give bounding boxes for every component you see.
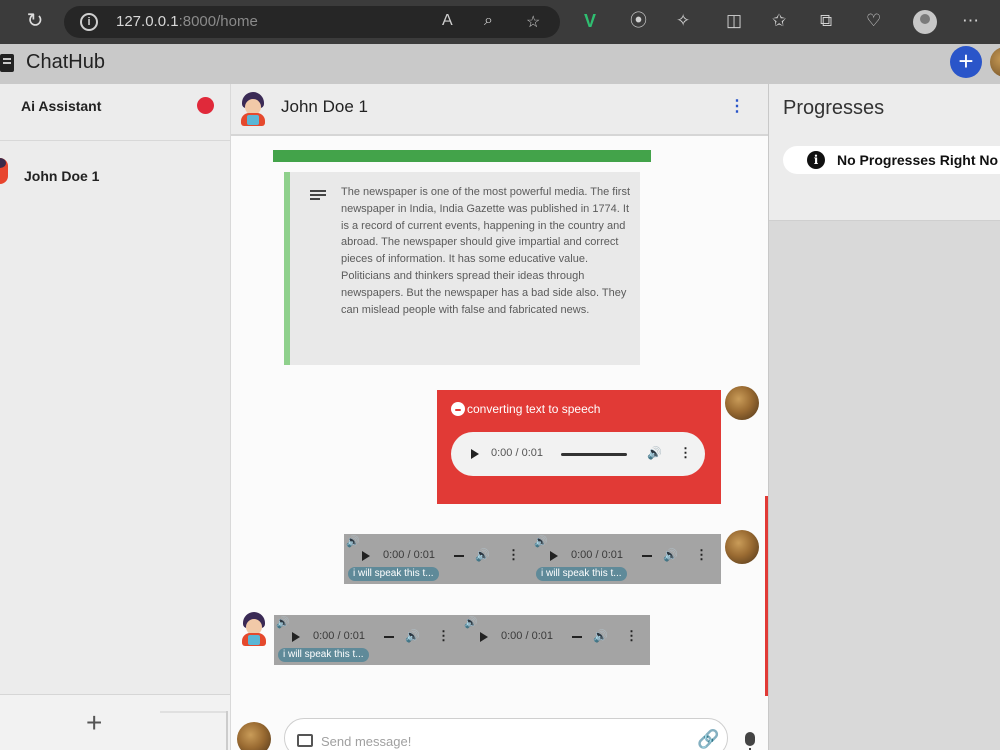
chat-panel: John Doe 1 ⋮ The newspaper is one of the… (231, 84, 768, 750)
progress-header: Progresses i No Progresses Right No (769, 84, 1000, 221)
audio-caption: i will speak this t... (278, 648, 369, 662)
vue-devtools-icon[interactable]: V (584, 11, 596, 31)
browser-toolbar: ↻ i 127.0.0.1:8000/home A ⌕ ☆ V ⦿ ✧ ◫ ✩ … (0, 0, 1000, 44)
received-audio-message: 🔊 0:00 / 0:01 🔊 ⋮ i will speak this t...… (274, 615, 650, 665)
user-avatar[interactable] (990, 47, 1000, 77)
collections-icon[interactable]: ⧉ (820, 11, 832, 31)
favorite-star-icon[interactable]: ☆ (526, 12, 540, 32)
audio-options-icon[interactable]: ⋮ (679, 445, 692, 461)
browser-essentials-icon[interactable]: ♡ (866, 11, 881, 31)
info-icon: i (807, 151, 825, 169)
audio-clip[interactable]: 🔊 0:00 / 0:01 🔊 ⋮ (462, 615, 650, 665)
speaker-icon: 🔊 (534, 536, 548, 548)
play-icon[interactable] (550, 551, 558, 561)
read-aloud-icon[interactable]: A (442, 12, 453, 30)
tts-status: converting text to speech (451, 402, 600, 416)
app-window: ↻ i 127.0.0.1:8000/home A ⌕ ☆ V ⦿ ✧ ◫ ✩ … (0, 0, 1000, 750)
message-icon (297, 734, 313, 747)
attach-link-icon[interactable]: 🔗 (697, 729, 719, 750)
chat-list-item-john-doe[interactable]: John Doe 1 (0, 148, 230, 205)
chat-list-item-label: Ai Assistant (21, 98, 102, 114)
audio-options-icon[interactable]: ⋮ (695, 547, 708, 563)
zoom-icon[interactable]: ⌕ (484, 12, 493, 30)
audio-seek-bar[interactable] (642, 555, 652, 557)
new-chat-button[interactable]: + (950, 46, 982, 78)
app-title: ChatHub (26, 51, 105, 73)
volume-icon[interactable]: 🔊 (663, 548, 678, 562)
audio-time: 0:00 / 0:01 (313, 630, 365, 642)
footer-divider (160, 711, 226, 713)
play-icon[interactable] (471, 449, 479, 459)
chat-list-item-ai-assistant[interactable]: Ai Assistant (0, 84, 230, 141)
volume-icon[interactable]: 🔊 (475, 548, 490, 562)
more-options-icon[interactable]: ⋯ (962, 11, 979, 31)
audio-seek-bar[interactable] (572, 636, 582, 638)
url-text[interactable]: 127.0.0.1:8000/home (116, 13, 258, 30)
message-text: The newspaper is one of the most powerfu… (341, 186, 630, 316)
play-icon[interactable] (292, 632, 300, 642)
info-icon[interactable]: i (80, 13, 98, 31)
add-contact-button[interactable]: + (86, 709, 102, 737)
contact-avatar (238, 612, 270, 646)
audio-options-icon[interactable]: ⋮ (507, 547, 520, 563)
volume-icon[interactable]: 🔊 (593, 629, 608, 643)
contact-avatar (237, 92, 269, 126)
volume-icon[interactable]: 🔊 (405, 629, 420, 643)
speaker-icon: 🔊 (276, 617, 290, 629)
extensions-icon[interactable]: ✧ (676, 11, 690, 31)
play-icon[interactable] (480, 632, 488, 642)
app-header: ChatHub + (0, 44, 1000, 84)
progress-title: Progresses (783, 97, 885, 119)
audio-time: 0:00 / 0:01 (501, 630, 553, 642)
sidebar-footer: + (0, 694, 230, 750)
user-avatar (237, 722, 271, 750)
smile-icon (451, 402, 465, 416)
profile-avatar[interactable] (913, 10, 937, 34)
message-composer: 🔗 (284, 718, 728, 750)
audio-seek-bar[interactable] (384, 636, 394, 638)
chat-header: John Doe 1 ⋮ (231, 84, 768, 136)
audio-time: 0:00 / 0:01 (491, 447, 543, 459)
audio-time: 0:00 / 0:01 (571, 549, 623, 561)
message-progress-bar (273, 150, 651, 162)
play-icon[interactable] (362, 551, 370, 561)
user-avatar (725, 530, 759, 564)
empty-progress-message: No Progresses Right No (837, 152, 999, 168)
audio-time: 0:00 / 0:01 (383, 549, 435, 561)
audio-options-icon[interactable]: ⋮ (437, 628, 450, 644)
empty-progress-notice: i No Progresses Right No (783, 146, 1000, 174)
tts-message-card: converting text to speech 0:00 / 0:01 🔊 … (437, 390, 721, 504)
panel-resize-handle[interactable] (226, 711, 228, 750)
message-input[interactable] (321, 731, 681, 750)
microphone-icon[interactable] (745, 732, 755, 750)
app-logo-icon (0, 54, 14, 72)
sent-audio-message: 🔊 0:00 / 0:01 🔊 ⋮ i will speak this t...… (344, 534, 721, 584)
audio-seek-bar[interactable] (561, 453, 627, 456)
chat-options-icon[interactable]: ⋮ (729, 96, 745, 116)
volume-icon[interactable]: 🔊 (647, 446, 662, 460)
chat-list-sidebar: Ai Assistant John Doe 1 + (0, 84, 230, 750)
recording-indicator (197, 97, 214, 114)
text-lines-icon (310, 190, 326, 200)
split-screen-icon[interactable]: ◫ (726, 11, 742, 31)
reload-icon[interactable]: ↻ (24, 10, 46, 32)
audio-clip[interactable]: 🔊 0:00 / 0:01 🔊 ⋮ i will speak this t... (344, 534, 532, 584)
chat-contact-name: John Doe 1 (281, 97, 368, 116)
address-bar[interactable]: i 127.0.0.1:8000/home A ⌕ ☆ (64, 6, 560, 38)
audio-options-icon[interactable]: ⋮ (625, 628, 638, 644)
audio-caption: i will speak this t... (536, 567, 627, 581)
audio-player[interactable]: 0:00 / 0:01 🔊 ⋮ (451, 432, 705, 476)
speaker-icon: 🔊 (464, 617, 478, 629)
audio-seek-bar[interactable] (454, 555, 464, 557)
speaker-icon: 🔊 (346, 536, 360, 548)
extension-json-icon[interactable]: ⦿ (630, 11, 647, 31)
user-avatar (725, 386, 759, 420)
text-message-card: The newspaper is one of the most powerfu… (284, 172, 640, 365)
audio-caption: i will speak this t... (348, 567, 439, 581)
chat-list-item-label: John Doe 1 (24, 168, 100, 184)
audio-clip[interactable]: 🔊 0:00 / 0:01 🔊 ⋮ i will speak this t... (532, 534, 720, 584)
progress-panel: Progresses i No Progresses Right No (768, 84, 1000, 750)
audio-clip[interactable]: 🔊 0:00 / 0:01 🔊 ⋮ i will speak this t... (274, 615, 462, 665)
favorites-icon[interactable]: ✩ (772, 11, 786, 31)
